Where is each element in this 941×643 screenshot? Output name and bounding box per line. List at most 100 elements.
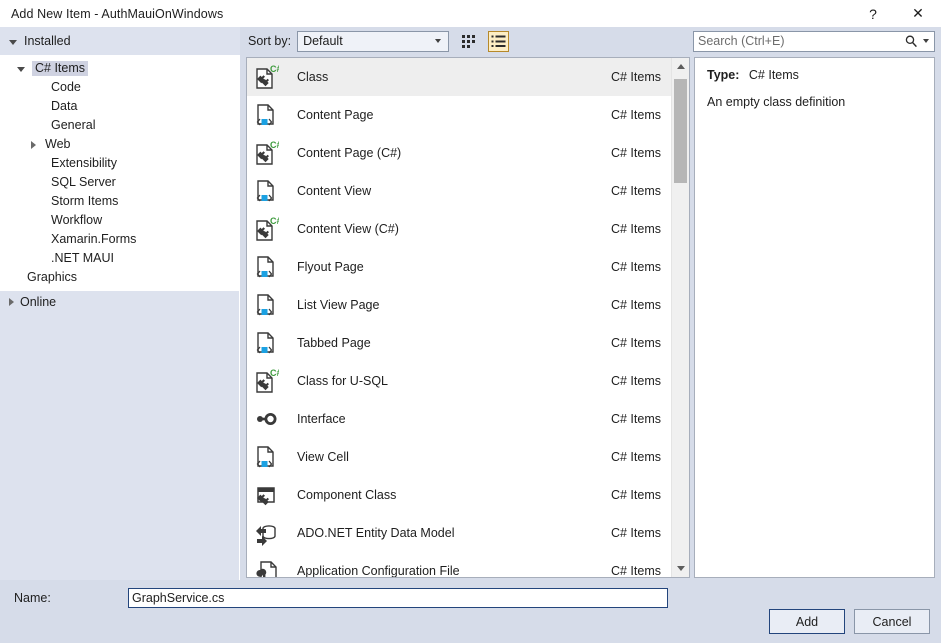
scroll-thumb[interactable] [674, 79, 687, 183]
template-list-item[interactable]: Component ClassC# Items [247, 476, 671, 514]
template-list-item[interactable]: C#Content Page (C#)C# Items [247, 134, 671, 172]
template-list-item[interactable]: List View PageC# Items [247, 286, 671, 324]
tree-node-label: C# Items [32, 61, 88, 76]
templates-scrollbar[interactable] [671, 58, 689, 577]
template-category: C# Items [541, 488, 671, 502]
templates-list-frame: C#ClassC# ItemsContent PageC# ItemsC#Con… [246, 57, 690, 578]
template-category: C# Items [541, 184, 671, 198]
detail-description: An empty class definition [707, 95, 924, 109]
template-icon [247, 254, 285, 280]
search-input[interactable] [694, 32, 904, 51]
tree-node-online[interactable]: Online [0, 291, 239, 313]
grid-view-icon [461, 34, 476, 49]
component-class-icon [253, 482, 279, 508]
installed-header[interactable]: Installed [0, 27, 240, 55]
template-icon [247, 102, 285, 128]
template-list-item[interactable]: View CellC# Items [247, 438, 671, 476]
template-list-item[interactable]: Application Configuration FileC# Items [247, 552, 671, 577]
name-field[interactable] [128, 588, 668, 608]
xaml-page-icon [253, 254, 279, 280]
tree-node-xamarin-forms[interactable]: Xamarin.Forms [0, 230, 239, 249]
installed-tree: C# Items CodeData General WebExtensibility… [0, 55, 239, 291]
tree-node-web[interactable]: Web [0, 135, 239, 154]
template-category: C# Items [541, 108, 671, 122]
tree-node-sql-server[interactable]: SQL Server [0, 173, 239, 192]
tree-children: CodeData General WebExtensibility SQL Serve… [0, 78, 239, 268]
chevron-down-icon[interactable] [923, 39, 929, 43]
template-name: Flyout Page [285, 260, 541, 274]
xaml-page-icon [253, 292, 279, 318]
template-list-item[interactable]: C#ClassC# Items [247, 58, 671, 96]
tree-node-storm-items[interactable]: Storm Items [0, 192, 239, 211]
template-name: Interface [285, 412, 541, 426]
list-view-button[interactable] [488, 31, 509, 52]
template-name: Content View [285, 184, 541, 198]
tree-node-csharp-items[interactable]: C# Items [0, 59, 239, 78]
template-list-item[interactable]: Tabbed PageC# Items [247, 324, 671, 362]
tree-node-general[interactable]: General [0, 116, 239, 135]
details-frame: Type: C# Items An empty class definition [694, 57, 935, 578]
scroll-down-button[interactable] [672, 560, 689, 577]
tree-node-graphics[interactable]: Graphics [0, 268, 239, 287]
title-bar: Add New Item - AuthMauiOnWindows ? ✕ [0, 0, 941, 27]
cancel-button[interactable]: Cancel [854, 609, 930, 634]
tree-node-workflow[interactable]: Workflow [0, 211, 239, 230]
xaml-page-icon [253, 330, 279, 356]
template-name: List View Page [285, 298, 541, 312]
name-input[interactable] [129, 589, 667, 607]
template-icon [247, 178, 285, 204]
template-category: C# Items [541, 412, 671, 426]
template-name: View Cell [285, 450, 541, 464]
tree-node-net-maui[interactable]: .NET MAUI [0, 249, 239, 268]
template-list-item[interactable]: Flyout PageC# Items [247, 248, 671, 286]
tree-node-extensibility[interactable]: Extensibility [0, 154, 239, 173]
help-button[interactable]: ? [851, 0, 895, 27]
template-category: C# Items [541, 374, 671, 388]
name-label: Name: [0, 591, 128, 605]
template-list-item[interactable]: ADO.NET Entity Data ModelC# Items [247, 514, 671, 552]
csharp-class-icon: C# [253, 216, 279, 242]
tree-node-code[interactable]: Code [0, 78, 239, 97]
detail-type-value: C# Items [749, 68, 799, 82]
detail-type-row: Type: C# Items [707, 68, 924, 82]
template-list-item[interactable]: C#Class for U-SQLC# Items [247, 362, 671, 400]
template-icon [247, 330, 285, 356]
template-list-item[interactable]: Content PageC# Items [247, 96, 671, 134]
template-list-item[interactable]: Content ViewC# Items [247, 172, 671, 210]
chevron-right-icon[interactable] [9, 298, 14, 306]
tiles-view-button[interactable] [458, 31, 479, 52]
template-list-item[interactable]: C#Content View (C#)C# Items [247, 210, 671, 248]
chevron-down-icon[interactable] [17, 67, 25, 72]
close-button[interactable]: ✕ [895, 0, 941, 27]
tree-node-label: Online [20, 295, 56, 309]
template-icon: C# [247, 64, 285, 90]
tree-node-label: Xamarin.Forms [48, 232, 139, 247]
search-box[interactable] [693, 31, 935, 52]
template-icon: C# [247, 368, 285, 394]
detail-type-label: Type: [707, 68, 739, 82]
template-icon: C# [247, 140, 285, 166]
toolbar: Installed Sort by: Default [0, 27, 941, 55]
scroll-up-button[interactable] [672, 58, 689, 75]
svg-text:C#: C# [270, 64, 279, 74]
template-name: Content Page (C#) [285, 146, 541, 160]
search-icon[interactable] [904, 34, 918, 48]
chevron-right-icon[interactable] [31, 141, 36, 149]
template-name: Component Class [285, 488, 541, 502]
tree-node-label: Workflow [48, 213, 105, 228]
template-icon [247, 406, 285, 432]
sort-by-select[interactable]: Default [297, 31, 449, 52]
template-list-item[interactable]: InterfaceC# Items [247, 400, 671, 438]
tree-node-label: SQL Server [48, 175, 119, 190]
template-icon: C# [247, 216, 285, 242]
template-category: C# Items [541, 564, 671, 577]
add-button[interactable]: Add [769, 609, 845, 634]
caret-down-icon [677, 566, 685, 571]
scroll-track[interactable] [672, 75, 689, 560]
tree-node-data[interactable]: Data [0, 97, 239, 116]
sort-by-label: Sort by: [248, 34, 291, 48]
tree-node-label: General [48, 118, 98, 133]
template-name: Content Page [285, 108, 541, 122]
csharp-class-icon: C# [253, 140, 279, 166]
name-row: Name: [0, 580, 941, 608]
